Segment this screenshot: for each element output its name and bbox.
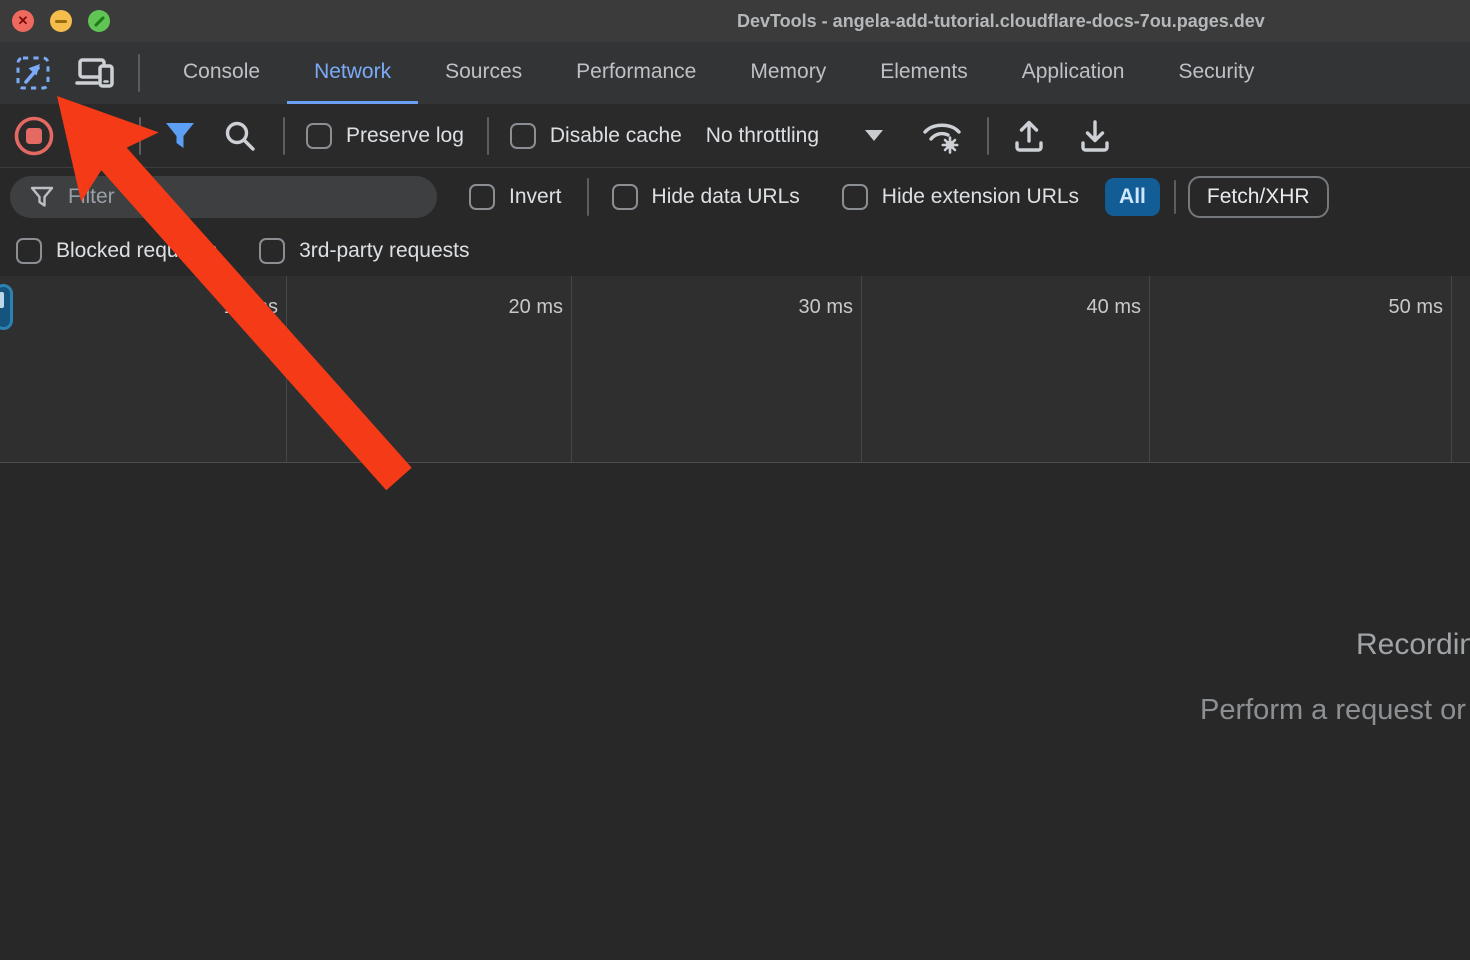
toolbar-separator bbox=[139, 117, 141, 155]
blocked-requests-checkbox[interactable]: Blocked requests bbox=[16, 238, 217, 264]
network-overview-timeline[interactable]: 10 ms 20 ms 30 ms 40 ms 50 ms bbox=[0, 276, 1470, 463]
filter-input[interactable] bbox=[68, 185, 423, 209]
tab-console[interactable]: Console bbox=[156, 42, 287, 104]
tab-application[interactable]: Application bbox=[995, 42, 1152, 104]
request-type-fetch-xhr-chip[interactable]: Fetch/XHR bbox=[1188, 176, 1329, 218]
network-toolbar: Preserve log Disable cache No throttling bbox=[0, 104, 1470, 168]
invert-checkbox[interactable]: Invert bbox=[469, 184, 562, 210]
disable-cache-checkbox[interactable]: Disable cache bbox=[510, 123, 682, 149]
device-toolbar-button[interactable] bbox=[72, 50, 118, 96]
search-button[interactable] bbox=[222, 118, 258, 154]
timeline-segment: 50 ms bbox=[1150, 276, 1452, 462]
tick-label: 30 ms bbox=[799, 296, 853, 462]
panel-tabs: Console Network Sources Performance Memo… bbox=[156, 42, 1281, 104]
tab-performance[interactable]: Performance bbox=[549, 42, 723, 104]
preserve-log-checkbox[interactable]: Preserve log bbox=[306, 123, 464, 149]
device-toolbar-icon bbox=[74, 55, 116, 91]
record-stop-icon bbox=[13, 115, 55, 157]
throttling-select[interactable]: No throttling bbox=[706, 124, 883, 148]
network-filter-bar: Invert Hide data URLs Hide extension URL… bbox=[0, 168, 1470, 226]
hide-extension-urls-label: Hide extension URLs bbox=[882, 185, 1079, 209]
hide-extension-urls-checkbox[interactable]: Hide extension URLs bbox=[842, 184, 1079, 210]
tab-elements[interactable]: Elements bbox=[853, 42, 995, 104]
toolbar-separator bbox=[487, 117, 489, 155]
tab-sources[interactable]: Sources bbox=[418, 42, 549, 104]
chevron-down-icon bbox=[865, 130, 883, 141]
tick-label: 50 ms bbox=[1389, 296, 1443, 462]
devtools-tab-bar: Console Network Sources Performance Memo… bbox=[0, 42, 1470, 104]
disable-cache-label: Disable cache bbox=[550, 124, 682, 148]
throttling-value: No throttling bbox=[706, 124, 819, 148]
checkbox-box bbox=[469, 184, 495, 210]
fullscreen-button[interactable] bbox=[88, 10, 110, 32]
third-party-requests-checkbox[interactable]: 3rd-party requests bbox=[259, 238, 469, 264]
invert-label: Invert bbox=[509, 185, 562, 209]
timeline-segment bbox=[1452, 276, 1470, 462]
download-icon bbox=[1075, 116, 1115, 156]
third-party-requests-label: 3rd-party requests bbox=[299, 239, 469, 263]
fullscreen-icon bbox=[93, 15, 104, 26]
tick-label: 20 ms bbox=[509, 296, 563, 462]
inspect-cursor-icon bbox=[15, 55, 51, 91]
tab-network[interactable]: Network bbox=[287, 42, 418, 104]
import-har-button[interactable] bbox=[1009, 116, 1049, 156]
blocked-requests-label: Blocked requests bbox=[56, 239, 217, 263]
checkbox-box bbox=[16, 238, 42, 264]
timeline-segment: 40 ms bbox=[862, 276, 1150, 462]
empty-state-recording-text: Recording network activity… bbox=[1356, 628, 1470, 662]
minimize-icon bbox=[55, 20, 67, 23]
toolbar-separator bbox=[987, 117, 989, 155]
hide-data-urls-label: Hide data URLs bbox=[652, 185, 800, 209]
clear-icon bbox=[77, 117, 115, 155]
checkbox-box bbox=[259, 238, 285, 264]
overview-left-handle bbox=[0, 284, 13, 330]
network-conditions-button[interactable] bbox=[919, 116, 965, 156]
titlebar: ✕ DevTools - angela-add-tutorial.cloudfl… bbox=[0, 0, 1470, 42]
timeline-segment: 30 ms bbox=[572, 276, 862, 462]
checkbox-box bbox=[306, 123, 332, 149]
toolbar-separator bbox=[138, 54, 140, 92]
toolbar-separator bbox=[283, 117, 285, 155]
hide-data-urls-checkbox[interactable]: Hide data URLs bbox=[612, 184, 800, 210]
stop-recording-button[interactable] bbox=[13, 115, 55, 157]
minimize-button[interactable] bbox=[50, 10, 72, 32]
filter-funnel-icon bbox=[163, 120, 197, 152]
timeline-segment: 10 ms bbox=[0, 276, 287, 462]
window-title: DevTools - angela-add-tutorial.cloudflar… bbox=[737, 0, 1265, 42]
filter-funnel-outline-icon bbox=[30, 186, 54, 208]
checkbox-box bbox=[510, 123, 536, 149]
network-conditions-icon bbox=[919, 116, 965, 156]
more-filters-row: Blocked requests 3rd-party requests bbox=[0, 226, 1470, 276]
tab-security[interactable]: Security bbox=[1151, 42, 1281, 104]
checkbox-box bbox=[842, 184, 868, 210]
tick-label: 40 ms bbox=[1087, 296, 1141, 462]
toolbar-separator bbox=[1174, 180, 1176, 214]
timeline-segment: 20 ms bbox=[287, 276, 572, 462]
tab-memory[interactable]: Memory bbox=[723, 42, 853, 104]
close-button[interactable]: ✕ bbox=[12, 10, 34, 32]
toolbar-separator bbox=[587, 178, 589, 216]
network-log-panel: Recording network activity… Perform a re… bbox=[0, 463, 1470, 958]
empty-state-hint-text: Perform a request or hit ⌘ R to record t… bbox=[1200, 692, 1470, 727]
search-icon bbox=[222, 118, 258, 154]
export-har-button[interactable] bbox=[1075, 116, 1115, 156]
clear-log-button[interactable] bbox=[77, 117, 115, 155]
traffic-lights: ✕ bbox=[12, 10, 110, 32]
filter-toggle-button[interactable] bbox=[163, 120, 197, 152]
inspect-element-button[interactable] bbox=[10, 50, 56, 96]
checkbox-box bbox=[612, 184, 638, 210]
filter-input-container bbox=[10, 176, 437, 218]
devtools-window: ✕ DevTools - angela-add-tutorial.cloudfl… bbox=[0, 0, 1470, 960]
preserve-log-label: Preserve log bbox=[346, 124, 464, 148]
upload-icon bbox=[1009, 116, 1049, 156]
tick-label: 10 ms bbox=[224, 296, 278, 462]
request-type-all-chip[interactable]: All bbox=[1105, 178, 1160, 216]
